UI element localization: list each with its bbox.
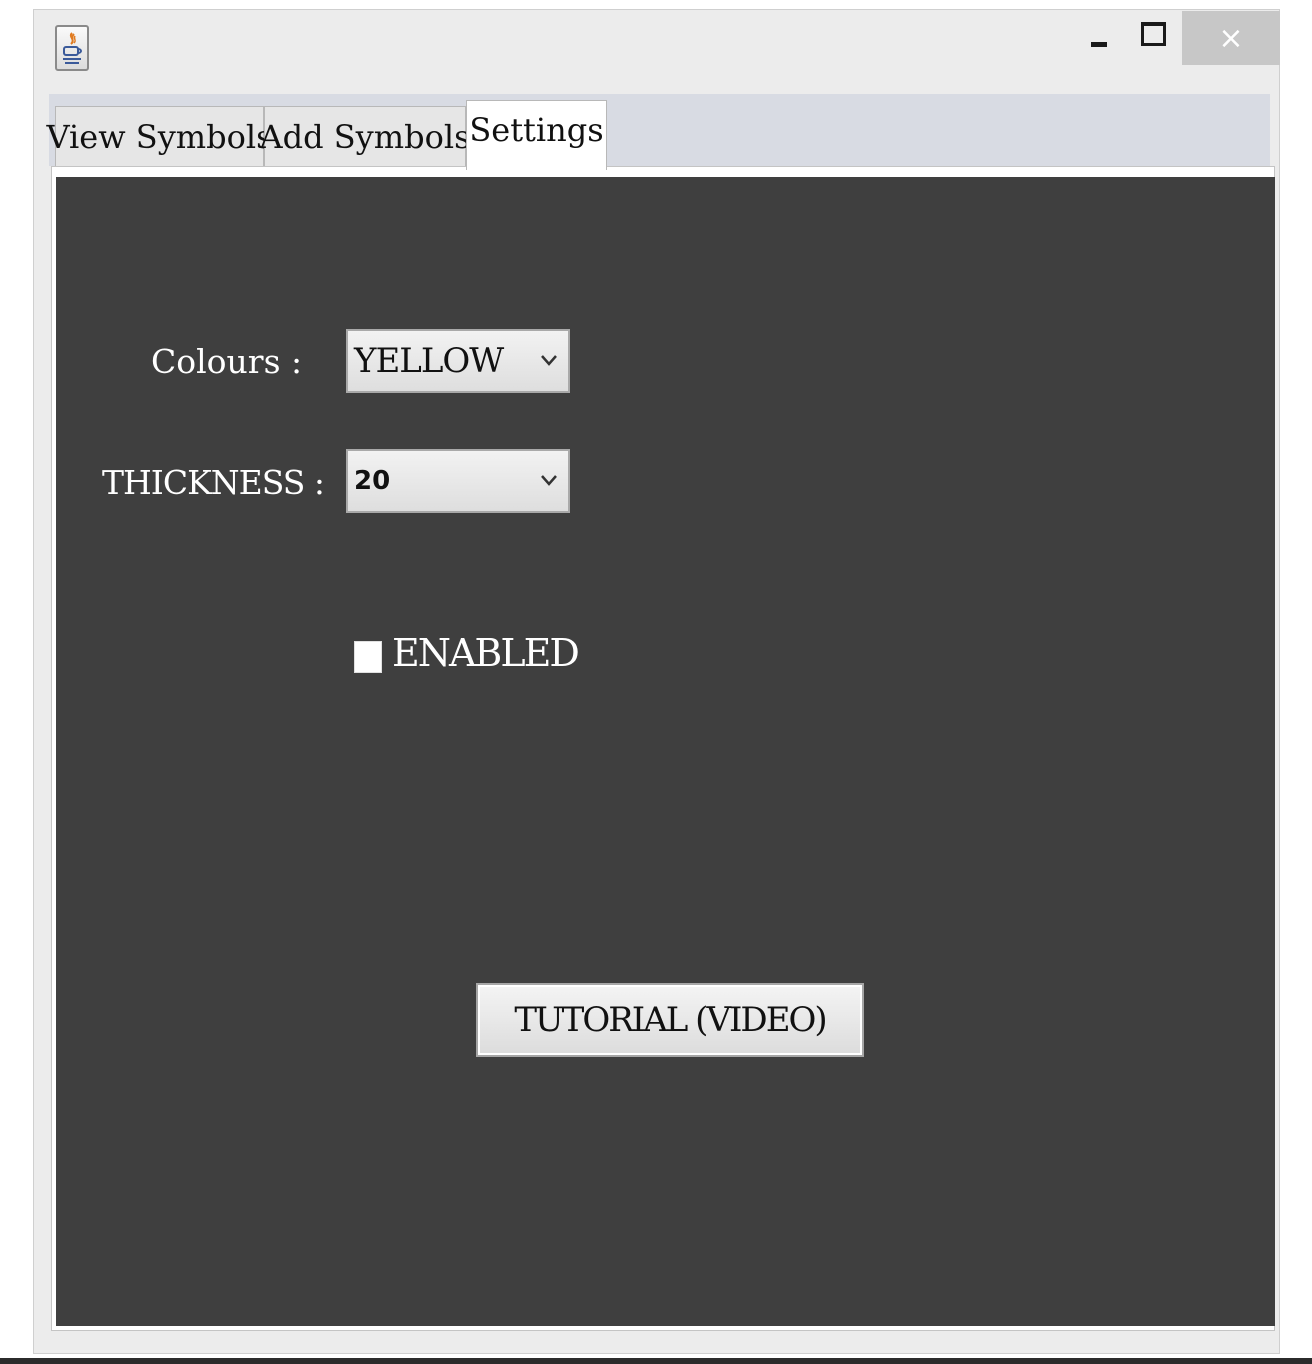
screen-bottom-edge [0, 1358, 1312, 1364]
tab-settings[interactable]: Settings [466, 100, 607, 170]
maximize-button[interactable] [1132, 11, 1174, 65]
tab-label: Settings [469, 111, 604, 149]
thickness-selected-value: 20 [354, 466, 391, 496]
minimize-icon [1091, 41, 1107, 47]
tab-view-symbols[interactable]: View Symbols [46, 106, 273, 166]
java-coffee-cup-icon [55, 25, 89, 71]
tab-label: Add Symbols [259, 117, 471, 156]
chevron-down-icon [541, 355, 557, 366]
enabled-label[interactable]: ENABLED [392, 631, 580, 675]
colours-dropdown[interactable]: YELLOW [346, 329, 570, 393]
tab-label: View Symbols [46, 117, 273, 156]
thickness-dropdown[interactable]: 20 [346, 449, 570, 513]
tab-add-symbols[interactable]: Add Symbols [260, 106, 471, 166]
colours-label: Colours : [151, 342, 303, 381]
close-icon: × [1218, 20, 1244, 56]
thickness-label: THICKNESS : [102, 463, 325, 502]
minimize-button[interactable] [1079, 11, 1119, 65]
colours-selected-value: YELLOW [354, 341, 504, 381]
maximize-icon [1140, 22, 1166, 46]
chevron-down-icon [541, 475, 557, 486]
tutorial-video-button[interactable]: TUTORIAL (VIDEO) [476, 983, 864, 1057]
enabled-checkbox[interactable] [354, 641, 382, 673]
tab-strip: View Symbols Add Symbols Settings [46, 94, 1270, 170]
application-window: × View Symbols Add Symbols Settings Colo… [33, 9, 1280, 1354]
settings-panel: Colours : YELLOW THICKNESS : 20 ENABLED … [56, 177, 1275, 1326]
close-button[interactable]: × [1182, 11, 1280, 65]
